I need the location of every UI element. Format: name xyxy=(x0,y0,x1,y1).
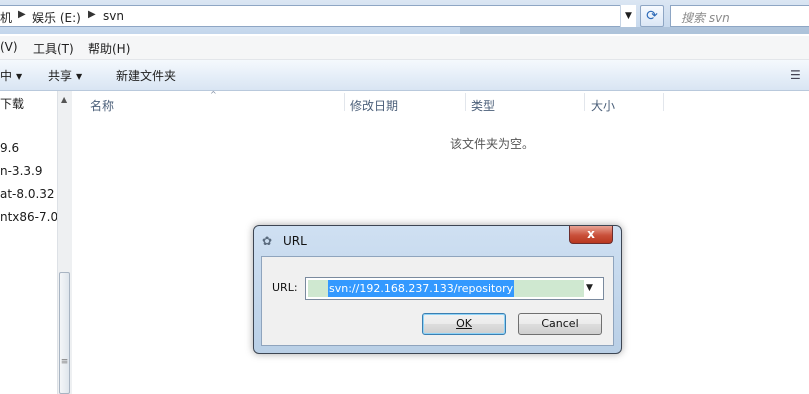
address-bar-row: 机 ▶ 娱乐 (E:) ▶ svn ▼ ⟳ 搜索 svn xyxy=(0,0,809,34)
menu-bar: (V) 工具(T) 帮助(H) xyxy=(0,36,809,60)
menu-tools[interactable]: 工具(T) xyxy=(33,40,74,57)
scroll-up-icon[interactable]: ▲ xyxy=(61,95,67,104)
view-options-icon[interactable]: ☰ xyxy=(790,68,806,82)
cancel-button[interactable]: Cancel xyxy=(518,313,602,335)
navigation-scrollbar[interactable]: ▲ ≡ xyxy=(57,91,72,394)
breadcrumb-folder[interactable]: svn xyxy=(103,9,124,23)
column-header-size[interactable]: 大小 xyxy=(585,91,663,113)
chevron-down-icon: ▼ xyxy=(16,72,23,81)
organize-button[interactable]: 中 ▼ xyxy=(0,67,22,84)
search-placeholder: 搜索 svn xyxy=(681,11,730,25)
column-header-label: 大小 xyxy=(591,99,616,113)
nav-item[interactable]: at-8.0.32 xyxy=(0,187,55,201)
address-bar[interactable]: 机 ▶ 娱乐 (E:) ▶ svn xyxy=(0,5,636,27)
column-divider[interactable] xyxy=(663,93,664,111)
column-header-modified[interactable]: 修改日期 xyxy=(345,91,465,113)
breadcrumb-computer[interactable]: 机 xyxy=(0,9,12,26)
address-history-dropdown-icon[interactable]: ▼ xyxy=(620,5,636,27)
ok-label: OK xyxy=(456,317,472,330)
column-header-label: 名称 xyxy=(90,99,115,113)
column-header-name[interactable]: 名称 xyxy=(72,91,344,113)
search-input[interactable]: 搜索 svn xyxy=(670,5,809,27)
column-header-type[interactable]: 类型 xyxy=(466,91,584,113)
share-label: 共享 xyxy=(48,69,73,83)
empty-folder-message: 该文件夹为空。 xyxy=(450,137,535,151)
url-dialog: ✿ URL x URL: svn://192.168.237.133/repos… xyxy=(253,225,622,354)
dialog-title: URL xyxy=(283,234,307,248)
dialog-body: URL: svn://192.168.237.133/repository ▼ … xyxy=(261,256,614,346)
ok-button[interactable]: OK xyxy=(422,313,506,335)
organize-label: 中 xyxy=(0,69,13,83)
breadcrumb-separator-icon[interactable]: ▶ xyxy=(18,9,26,20)
breadcrumb-separator-icon[interactable]: ▶ xyxy=(88,9,96,20)
refresh-icon[interactable]: ⟳ xyxy=(640,5,664,27)
url-combobox[interactable]: svn://192.168.237.133/repository ▼ xyxy=(305,277,604,300)
close-button[interactable]: x xyxy=(569,226,613,244)
nav-item[interactable]: 下载 xyxy=(0,95,24,112)
column-header-label: 类型 xyxy=(471,99,496,113)
breadcrumb-drive[interactable]: 娱乐 (E:) xyxy=(32,9,81,26)
navigation-pane: 下载 9.6 n-3.3.9 at-8.0.32 ntx86-7.0.1 xyxy=(0,91,58,394)
column-header-label: 修改日期 xyxy=(350,99,399,113)
command-toolbar: 中 ▼ 共享 ▼ 新建文件夹 ☰ xyxy=(0,60,809,91)
grip-icon: ≡ xyxy=(60,357,69,367)
new-folder-button[interactable]: 新建文件夹 xyxy=(116,67,176,84)
url-value[interactable]: svn://192.168.237.133/repository xyxy=(328,280,515,297)
scrollbar-thumb[interactable]: ≡ xyxy=(59,272,70,394)
chevron-down-icon: ▼ xyxy=(76,72,83,81)
menu-view[interactable]: (V) xyxy=(0,40,18,54)
nav-item[interactable]: 9.6 xyxy=(0,141,19,155)
tortoise-svn-icon: ✿ xyxy=(262,234,273,248)
nav-item[interactable]: ntx86-7.0.1 xyxy=(0,210,57,224)
nav-item[interactable]: n-3.3.9 xyxy=(0,164,42,178)
menu-help[interactable]: 帮助(H) xyxy=(88,40,130,57)
share-button[interactable]: 共享 ▼ xyxy=(48,67,82,84)
chevron-down-icon[interactable]: ▼ xyxy=(586,283,593,293)
background-strip xyxy=(460,27,809,34)
url-label: URL: xyxy=(272,281,298,294)
